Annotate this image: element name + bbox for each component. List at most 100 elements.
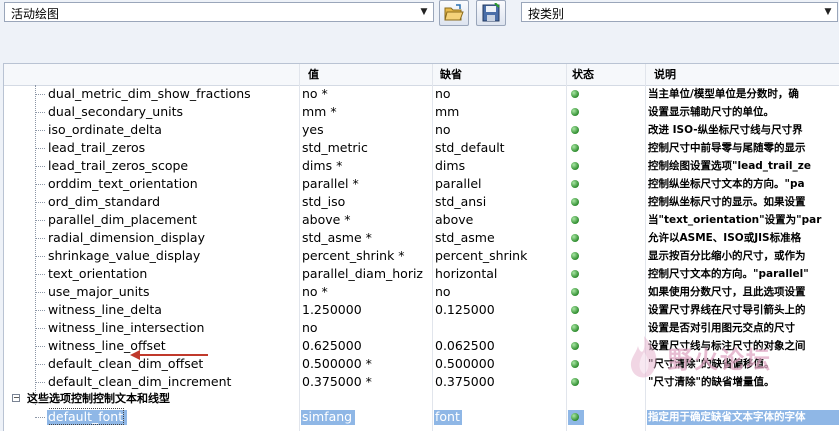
option-description: 控制纵坐标尺寸文本的方向。"pa — [648, 178, 805, 190]
option-value[interactable]: above * — [302, 211, 430, 229]
chevron-down-icon[interactable]: ▼ — [821, 4, 835, 20]
folder-open-icon — [444, 4, 464, 21]
option-default: percent_shrink — [435, 248, 528, 263]
open-config-button[interactable] — [439, 0, 469, 26]
option-value[interactable]: no * — [302, 283, 430, 301]
option-value[interactable]: 0.500000 * — [302, 355, 430, 373]
status-ok-icon — [571, 234, 579, 242]
option-default — [435, 319, 567, 337]
option-name: ord_dim_standard — [48, 194, 161, 209]
drawing-scope-value: 活动绘图 — [11, 7, 60, 21]
option-value[interactable]: std_metric — [302, 139, 430, 157]
option-value[interactable]: parallel * — [302, 175, 430, 193]
table-row[interactable]: orddim_text_orientation parallel * paralle… — [4, 175, 839, 193]
option-default: no — [435, 122, 451, 137]
option-description: 显示按百分比缩小的尺寸，或作为 — [648, 250, 806, 262]
option-default: horizontal — [435, 266, 498, 281]
option-default: parallel — [435, 176, 482, 191]
option-name: lead_trail_zeros — [48, 140, 146, 155]
option-value[interactable]: 0.625000 — [302, 337, 430, 355]
table-row[interactable]: radial_dimension_display std_asme * std_as… — [4, 229, 839, 247]
option-default: above — [435, 212, 474, 227]
collapse-icon[interactable]: − — [12, 394, 20, 402]
table-row[interactable]: ord_dim_standard std_iso std_ansi 控制纵坐标尺寸的显… — [4, 193, 839, 211]
option-default: std_ansi — [435, 194, 487, 209]
option-description: 当"text_orientation"设置为"par — [648, 214, 822, 226]
option-description: 设置显示辅助尺寸的单位。 — [648, 106, 774, 118]
option-name: orddim_text_orientation — [48, 176, 198, 191]
option-status — [569, 175, 644, 193]
option-status — [569, 408, 644, 426]
option-value[interactable]: yes — [302, 121, 430, 139]
column-header-description[interactable]: 说明 — [654, 64, 676, 85]
status-ok-icon — [571, 90, 579, 98]
option-status — [569, 85, 644, 103]
option-value[interactable]: 0.375000 * — [302, 373, 430, 391]
table-row[interactable]: text_orientation parallel_diam_horiz horiz… — [4, 265, 839, 283]
option-status — [569, 157, 644, 175]
table-row[interactable]: shrinkage_value_display percent_shrink * p… — [4, 247, 839, 265]
option-description: 当主单位/模型单位是分数时，确 — [648, 88, 799, 100]
sort-mode-dropdown[interactable]: 按类别 ▼ — [521, 2, 838, 22]
sort-mode-value: 按类别 — [528, 7, 565, 21]
option-status — [569, 301, 644, 319]
group-row[interactable]: − 这些选项控制控制文本和线型 — [4, 390, 839, 408]
status-ok-icon — [571, 288, 579, 296]
table-row[interactable]: use_major_units no * no 如果使用分数尺寸，且此选项设置 — [4, 283, 839, 301]
option-name: iso_ordinate_delta — [48, 122, 162, 137]
option-value[interactable]: percent_shrink * — [302, 247, 430, 265]
chevron-down-icon[interactable]: ▼ — [417, 4, 431, 20]
table-row[interactable]: dual_secondary_units mm * mm 设置显示辅助尺寸的单位。 — [4, 103, 839, 121]
option-status — [569, 121, 644, 139]
table-row[interactable]: lead_trail_zeros std_metric std_default 控制尺… — [4, 139, 839, 157]
table-row[interactable]: parallel_dim_placement above * above 当"text… — [4, 211, 839, 229]
status-ok-icon — [571, 216, 579, 224]
option-description: 改进 ISO-纵坐标尺寸线与尺寸界 — [648, 124, 803, 136]
option-status — [569, 139, 644, 157]
option-value[interactable]: std_iso — [302, 193, 430, 211]
table-row[interactable]: dual_metric_dim_show_fractions no * no 当主单位… — [4, 85, 839, 103]
option-default: 0.062500 — [435, 338, 495, 353]
status-ok-icon — [571, 126, 579, 134]
status-ok-icon — [571, 360, 579, 368]
status-ok-icon — [571, 378, 579, 386]
save-icon — [482, 3, 500, 22]
column-header-status[interactable]: 状态 — [572, 64, 594, 85]
option-status — [569, 211, 644, 229]
option-value[interactable]: mm * — [302, 103, 430, 121]
option-name: default_font — [48, 408, 125, 425]
option-name: text_orientation — [48, 266, 148, 281]
status-ok-icon — [571, 162, 579, 170]
option-value[interactable]: parallel_diam_horiz — [302, 265, 430, 283]
drawing-scope-dropdown[interactable]: 活动绘图 ▼ — [4, 2, 434, 22]
option-default: mm — [435, 104, 460, 119]
option-name: shrinkage_value_display — [48, 248, 201, 263]
option-status — [569, 103, 644, 121]
option-name: witness_line_intersection — [48, 320, 205, 335]
column-header-value[interactable]: 值 — [308, 64, 319, 85]
status-ok-icon — [571, 108, 579, 116]
option-status — [569, 193, 644, 211]
option-default: no — [435, 86, 451, 101]
column-header-default[interactable]: 缺省 — [440, 64, 462, 85]
table-row[interactable]: witness_line_delta 1.250000 0.125000 设置尺寸界线… — [4, 301, 839, 319]
option-value[interactable]: simfang — [302, 408, 430, 426]
status-ok-icon — [571, 324, 579, 332]
tree-branch — [35, 417, 45, 418]
option-default: dims — [435, 158, 466, 173]
save-config-button[interactable] — [476, 0, 506, 26]
option-value[interactable]: dims * — [302, 157, 430, 175]
option-description: 设置尺寸界线在尺寸导引箭头上的 — [648, 304, 806, 316]
table-row[interactable]: iso_ordinate_delta yes no 改进 ISO-纵坐标尺寸线与尺寸界 — [4, 121, 839, 139]
option-status — [569, 247, 644, 265]
option-value[interactable]: 1.250000 — [302, 301, 430, 319]
status-ok-icon — [571, 342, 579, 350]
option-value[interactable]: no * — [302, 85, 430, 103]
option-value[interactable]: std_asme * — [302, 229, 430, 247]
option-name: lead_trail_zeros_scope — [48, 158, 189, 173]
table-row[interactable]: lead_trail_zeros_scope dims * dims 控制绘图设置选项… — [4, 157, 839, 175]
status-ok-icon — [571, 306, 579, 314]
selected-table-row[interactable]: default_font simfang font 指定用于确定缺省文本字体的字… — [4, 408, 839, 426]
option-name: witness_line_delta — [48, 302, 162, 317]
option-value[interactable]: no — [302, 319, 430, 337]
